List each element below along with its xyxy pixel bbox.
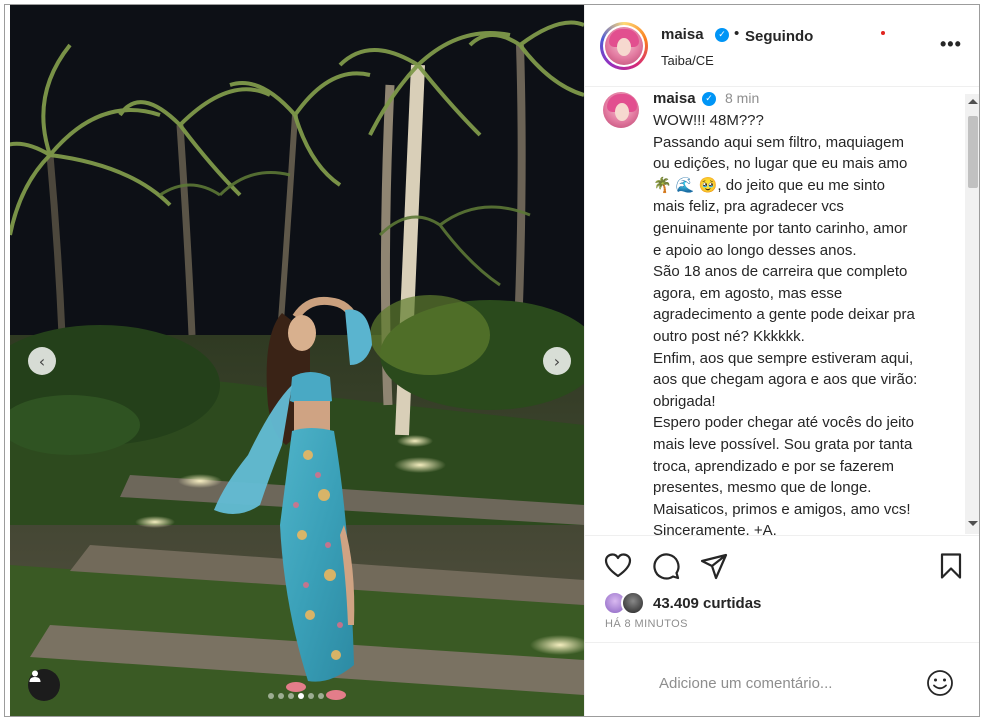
smiley-icon[interactable]	[925, 668, 955, 698]
caption-line: agora, em agosto, mas esse	[653, 284, 843, 302]
caption-line: outro post né? Kkkkkk.	[653, 327, 805, 345]
caption-line: mais feliz, pra agradecer vcs	[653, 198, 844, 216]
post-header: maisa ✓ • Seguindo Taiba/CE •••	[585, 5, 979, 87]
verified-badge-icon: ✓	[715, 28, 729, 42]
post-photo[interactable]: ‹ ›	[10, 5, 584, 716]
scroll-up-arrow-icon[interactable]	[968, 99, 978, 104]
scroll-down-arrow-icon[interactable]	[968, 521, 978, 526]
post-time-ago[interactable]: HÁ 8 MINUTOS	[605, 618, 688, 630]
carousel-dot	[318, 693, 324, 699]
send-icon[interactable]	[699, 551, 729, 581]
caption-line: Passando aqui sem filtro, maquiagem	[653, 133, 904, 151]
next-glyph: ›	[553, 351, 561, 371]
caption-line: Espero poder chegar até vocês do jeito	[653, 414, 914, 432]
liker-avatar	[621, 591, 645, 615]
photo-scene	[10, 5, 584, 716]
carousel-dot-active	[298, 693, 304, 699]
caption-avatar[interactable]	[603, 92, 639, 128]
more-options-icon[interactable]: •••	[940, 35, 962, 53]
user-tag-icon[interactable]	[28, 669, 60, 701]
likes-count[interactable]: 43.409 curtidas	[653, 595, 761, 612]
following-button[interactable]: Seguindo	[745, 28, 813, 45]
carousel-indicator	[268, 693, 324, 699]
carousel-dot	[268, 693, 274, 699]
caption-line: Sinceramente, +A.	[653, 522, 777, 535]
caption-line: ou edições, no lugar que eu mais amo	[653, 155, 908, 173]
author-avatar[interactable]	[600, 22, 648, 70]
avatar-image	[603, 92, 639, 128]
caption-line: Maisaticos, primos e amigos, amo vcs!	[653, 500, 911, 518]
caption-section: maisa ✓ 8 min WOW!!! 48M??? Passando aqui…	[585, 88, 979, 535]
author-username[interactable]: maisa	[661, 26, 704, 43]
caption-line: obrigada!	[653, 392, 716, 410]
divider	[585, 642, 979, 643]
chevron-right-icon[interactable]: ›	[543, 347, 571, 375]
caption-line: São 18 anos de carreira que completo	[653, 263, 908, 281]
scrollbar-thumb[interactable]	[968, 116, 978, 188]
comment-input[interactable]: Adicione um comentário...	[659, 675, 832, 692]
notification-dot	[881, 31, 885, 35]
heart-icon[interactable]	[603, 551, 633, 581]
caption-line: e apoio ao longo desses anos.	[653, 241, 857, 259]
caption-line: genuinamente por tanto carinho, amor	[653, 219, 908, 237]
caption-line: Enfim, aos que sempre estiveram aqui,	[653, 349, 914, 367]
caption-scrollbar[interactable]	[965, 94, 979, 534]
avatar-image	[605, 27, 643, 65]
caption-line: troca, aprendizado e por se fazerem	[653, 457, 894, 475]
caption-line: aos que chegam agora e aos que virão:	[653, 371, 918, 389]
caption-username[interactable]: maisa	[653, 90, 696, 107]
post-location[interactable]: Taiba/CE	[661, 53, 714, 68]
caption-line: presentes, mesmo que de longe.	[653, 479, 872, 497]
chevron-left-icon[interactable]: ‹	[28, 347, 56, 375]
prev-glyph: ‹	[38, 351, 46, 371]
comment-icon[interactable]	[651, 551, 681, 581]
caption-line: 🌴 🌊 🥹, do jeito que eu me sinto	[653, 176, 885, 194]
verified-badge-icon: ✓	[702, 92, 716, 106]
caption-line: agradecimento a gente pode deixar pra	[653, 306, 915, 324]
carousel-dot	[278, 693, 284, 699]
caption-line: mais leve possível. Sou grata por tanta	[653, 435, 913, 453]
carousel-dot	[288, 693, 294, 699]
user-silhouette-icon	[29, 670, 41, 682]
caption-text: WOW!!! 48M??? Passando aqui sem filtro, m…	[653, 110, 953, 535]
post-details-panel: maisa ✓ • Seguindo Taiba/CE ••• maisa ✓ …	[584, 5, 979, 716]
liked-by-avatars[interactable]	[603, 591, 647, 617]
caption-timestamp[interactable]: 8 min	[725, 90, 759, 106]
divider	[585, 535, 979, 536]
post-modal: ‹ › maisa ✓ • Seguindo Taiba/CE ••• mais…	[4, 4, 980, 717]
caption-line: WOW!!! 48M???	[653, 112, 764, 129]
separator-dot: •	[734, 25, 740, 42]
carousel-dot	[308, 693, 314, 699]
bookmark-icon[interactable]	[936, 551, 966, 581]
